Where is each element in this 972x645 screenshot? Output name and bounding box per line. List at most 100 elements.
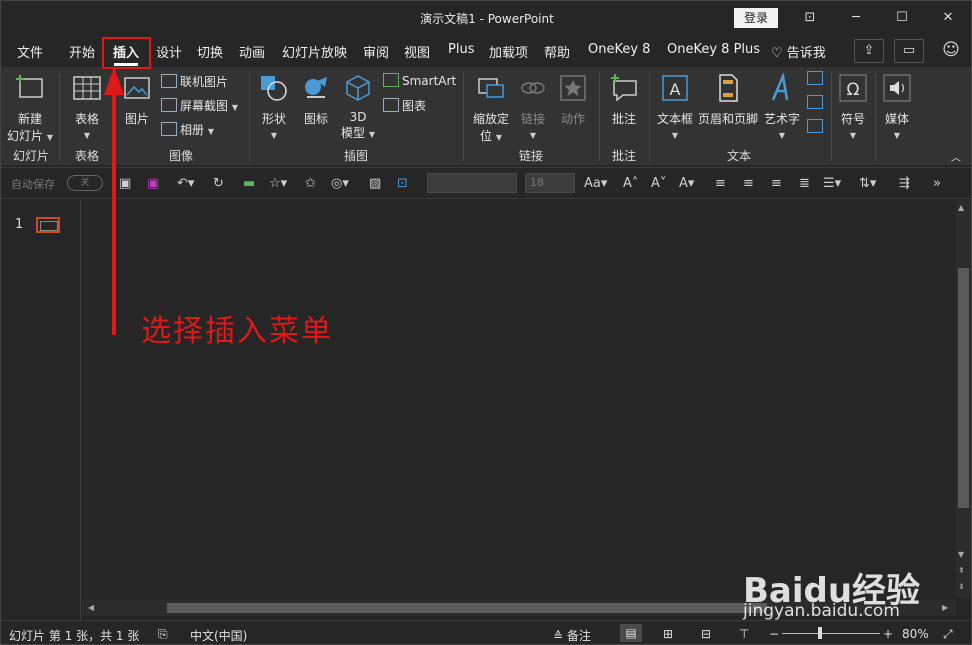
tab-plus[interactable]: Plus (448, 42, 474, 57)
tell-me-search[interactable]: ♡ 告诉我 (771, 42, 826, 61)
3d-model-label-1: 3D (349, 110, 367, 124)
tab-animations[interactable]: 动画 (239, 42, 265, 61)
more-commands-icon[interactable]: » (933, 176, 941, 191)
zoom-in-button[interactable]: + (883, 627, 893, 641)
tab-onekey8-plus[interactable]: OneKey 8 Plus (667, 42, 760, 57)
object-button[interactable] (807, 119, 826, 134)
screenshot-button[interactable]: 屏幕截图 ▼ (161, 97, 238, 114)
font-color-icon[interactable]: A▾ (679, 176, 694, 191)
save-as-icon[interactable]: ▣ (147, 176, 159, 191)
font-name-box[interactable] (427, 173, 517, 193)
bullets-icon[interactable]: ☰▾ (823, 176, 841, 191)
quick-access-toolbar: 自动保存 关 ▣ ▣ ↶▾ ↻ ▬ ☆▾ ✩ ◎▾ ▨ ⊡ 18 Aa▾ A˄ … (1, 167, 971, 199)
symbol-button[interactable]: Ω 符号 ▼ (835, 73, 871, 141)
wordart-button[interactable]: 艺术字 ▼ (761, 71, 803, 141)
textbox-button[interactable]: A 文本框 ▼ (653, 73, 697, 141)
vertical-scroll-thumb[interactable] (958, 268, 969, 508)
shapes-button[interactable]: 形状 ▼ (255, 73, 293, 141)
chart-button[interactable]: 图表 (383, 97, 426, 114)
title-bar: 演示文稿1 - PowerPoint 登录 ⊡ ─ ☐ ✕ (1, 1, 971, 35)
ribbon-display-options-icon[interactable]: ⊡ (787, 7, 833, 29)
minimize-button[interactable]: ─ (833, 7, 879, 29)
smartart-button[interactable]: SmartArt (383, 73, 456, 88)
autosave-toggle[interactable]: 关 (67, 175, 103, 191)
login-button[interactable]: 登录 (734, 8, 778, 28)
zoom-out-button[interactable]: − (769, 627, 779, 641)
justify-icon[interactable]: ≣ (799, 176, 810, 191)
tab-view[interactable]: 视图 (404, 42, 430, 61)
tab-onekey8[interactable]: OneKey 8 (588, 42, 650, 57)
tab-slideshow[interactable]: 幻灯片放映 (282, 42, 347, 61)
new-slide-button[interactable]: 新建 幻灯片 ▼ (7, 73, 53, 144)
icons-button[interactable]: 图标 (297, 73, 335, 127)
media-button[interactable]: 媒体 ▼ (879, 73, 915, 141)
tab-home[interactable]: 开始 (69, 42, 95, 61)
tell-me-label: 告诉我 (786, 46, 826, 61)
collapse-ribbon-icon[interactable]: ︿ (951, 149, 961, 164)
tab-design[interactable]: 设计 (156, 42, 182, 61)
comment-button[interactable]: 批注 (605, 73, 643, 127)
chevron-down-icon: ▼ (207, 127, 214, 136)
zoom-slider-track[interactable] (782, 633, 880, 634)
previous-slide-icon[interactable]: ⇞ (958, 566, 965, 575)
star-outline-icon[interactable]: ✩ (305, 176, 316, 191)
3d-model-button[interactable]: 3D 模型 ▼ (339, 73, 377, 141)
undo-icon[interactable]: ↶▾ (177, 176, 194, 191)
notes-button[interactable]: ≙ 备注 (553, 627, 591, 644)
next-slide-icon[interactable]: ⇟ (958, 582, 965, 591)
vertical-scrollbar[interactable]: ▲ ▼ ⇞ ⇟ (956, 200, 971, 598)
scroll-right-icon[interactable]: ▶ (942, 603, 948, 612)
date-time-button[interactable] (807, 71, 826, 86)
picture-small-icon[interactable]: ▨ (369, 176, 381, 191)
fit-to-window-icon[interactable]: ⤢ (943, 627, 953, 642)
new-comment-icon (611, 74, 637, 102)
reading-view-icon[interactable]: ⊟ (701, 627, 711, 641)
shape-fill-icon[interactable]: ◎▾ (331, 176, 349, 191)
tab-file[interactable]: 文件 (17, 42, 43, 61)
zoom-level[interactable]: 80% (902, 627, 929, 641)
text-direction-icon[interactable]: ⇶ (899, 176, 910, 191)
align-right-icon[interactable]: ≡ (771, 176, 782, 191)
screenshot-small-icon[interactable]: ⊡ (397, 176, 408, 191)
tab-addins[interactable]: 加载项 (489, 42, 528, 61)
slide-editing-canvas[interactable] (82, 200, 956, 598)
feedback-smiley-icon[interactable]: ☺ (936, 39, 966, 63)
maximize-button[interactable]: ☐ (879, 7, 925, 29)
zoom-button[interactable]: 缩放定 位 ▼ (469, 73, 513, 144)
tab-transitions[interactable]: 切换 (197, 42, 223, 61)
grow-font-icon[interactable]: A˄ (623, 176, 638, 191)
align-center-icon[interactable]: ≡ (743, 176, 754, 191)
font-size-box[interactable]: 18 (525, 173, 575, 193)
present-icon[interactable]: ▬ (243, 176, 255, 191)
close-button[interactable]: ✕ (925, 7, 971, 29)
redo-icon[interactable]: ↻ (213, 176, 224, 191)
tab-review[interactable]: 审阅 (363, 42, 389, 61)
scroll-up-icon[interactable]: ▲ (958, 203, 964, 212)
normal-view-icon[interactable]: ▤ (620, 624, 642, 642)
line-spacing-icon[interactable]: ⇅▾ (859, 176, 876, 191)
album-button[interactable]: 相册 ▼ (161, 121, 214, 138)
scroll-left-icon[interactable]: ◀ (88, 603, 94, 612)
zoom-slider-thumb[interactable] (818, 627, 822, 639)
slide-thumbnail[interactable] (36, 217, 60, 233)
horizontal-scroll-thumb[interactable] (167, 603, 767, 613)
slideshow-view-icon[interactable]: ⊤ (739, 627, 749, 641)
language-status[interactable]: 中文(中国) (190, 627, 247, 644)
header-footer-label: 页眉和页脚 (697, 112, 758, 126)
online-picture-button[interactable]: 联机图片 (161, 73, 228, 90)
star-shape-icon[interactable]: ☆▾ (269, 176, 287, 191)
align-left-icon[interactable]: ≡ (715, 176, 726, 191)
slide-number-button[interactable] (807, 95, 826, 110)
tab-help[interactable]: 帮助 (544, 42, 570, 61)
comments-icon[interactable]: ▭ (894, 39, 924, 63)
symbol-label: 符号 (840, 112, 865, 126)
link-button[interactable]: 链接 ▼ (515, 73, 551, 141)
action-button[interactable]: 动作 (555, 73, 591, 127)
share-icon[interactable]: ⇪ (854, 39, 884, 63)
header-footer-button[interactable]: 页眉和页脚 (697, 73, 759, 127)
accessibility-icon[interactable]: ⎘ (158, 627, 168, 642)
slide-sorter-icon[interactable]: ⊞ (663, 627, 673, 641)
change-case-icon[interactable]: Aa▾ (584, 176, 607, 191)
scroll-down-icon[interactable]: ▼ (958, 550, 964, 559)
shrink-font-icon[interactable]: A˅ (651, 176, 666, 191)
